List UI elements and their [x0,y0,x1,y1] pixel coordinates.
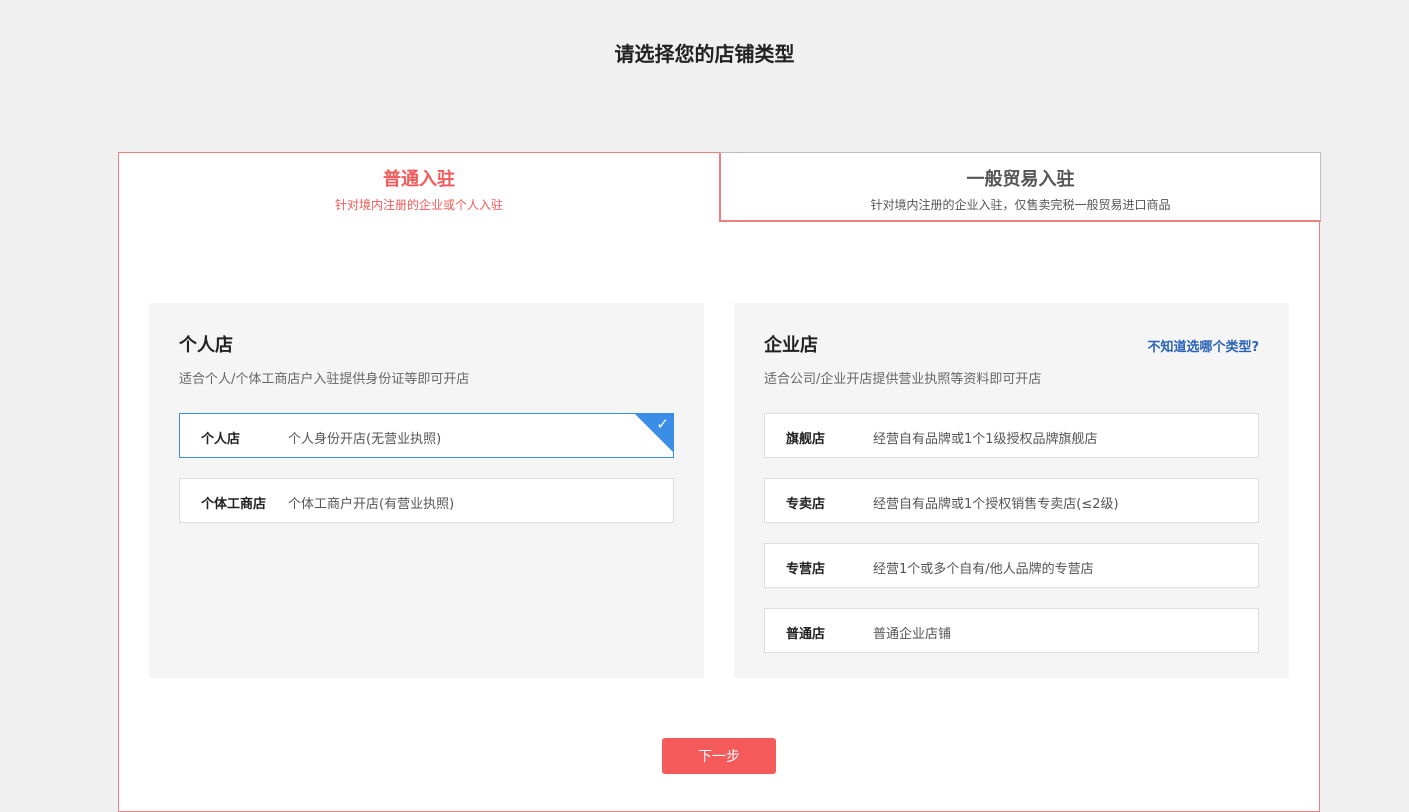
enterprise-store-heading: 企业店 [764,331,818,357]
option-exclusive-store[interactable]: 专卖店 经营自有品牌或1个授权销售专卖店(≤2级) [764,478,1259,523]
tab-normal-entry-title: 普通入驻 [119,165,719,191]
option-name: 个体工商店 [201,493,266,512]
option-name: 普通店 [786,623,825,642]
personal-store-heading: 个人店 [179,331,233,357]
help-link[interactable]: 不知道选哪个类型? [1147,336,1259,355]
enterprise-store-panel: 企业店 不知道选哪个类型? 适合公司/企业开店提供营业执照等资料即可开店 旗舰店… [734,303,1289,678]
store-type-card: 普通入驻 针对境内注册的企业或个人入驻 一般贸易入驻 针对境内注册的企业入驻，仅… [118,152,1320,812]
option-description: 经营自有品牌或1个授权销售专卖店(≤2级) [873,493,1119,512]
tab-normal-entry-subtitle: 针对境内注册的企业或个人入驻 [119,196,719,213]
option-description: 个人身份开店(无营业执照) [288,428,441,447]
tab-normal-entry[interactable]: 普通入驻 针对境内注册的企业或个人入驻 [118,152,720,222]
personal-store-panel: 个人店 适合个人/个体工商店户入驻提供身份证等即可开店 个人店 个人身份开店(无… [149,303,704,678]
option-name: 专营店 [786,558,825,577]
option-personal-store[interactable]: 个人店 个人身份开店(无营业执照) ✓ [179,413,674,458]
option-description: 经营1个或多个自有/他人品牌的专营店 [873,558,1094,577]
option-description: 经营自有品牌或1个1级授权品牌旗舰店 [873,428,1098,447]
option-specialty-store[interactable]: 专营店 经营1个或多个自有/他人品牌的专营店 [764,543,1259,588]
option-name: 个人店 [201,428,240,447]
option-flagship-store[interactable]: 旗舰店 经营自有品牌或1个1级授权品牌旗舰店 [764,413,1259,458]
option-name: 专卖店 [786,493,825,512]
page-title: 请选择您的店铺类型 [0,38,1409,67]
tab-general-trade-entry[interactable]: 一般贸易入驻 针对境内注册的企业入驻，仅售卖完税一般贸易进口商品 [719,152,1321,222]
option-normal-store[interactable]: 普通店 普通企业店铺 [764,608,1259,653]
tab-general-trade-subtitle: 针对境内注册的企业入驻，仅售卖完税一般贸易进口商品 [721,196,1320,213]
option-description: 个体工商户开店(有营业执照) [288,493,454,512]
next-step-button[interactable]: 下一步 [662,738,776,774]
personal-store-description: 适合个人/个体工商店户入驻提供身份证等即可开店 [179,368,469,387]
check-icon: ✓ [656,415,669,433]
tab-general-trade-title: 一般贸易入驻 [721,165,1320,191]
option-description: 普通企业店铺 [873,623,951,642]
option-individual-business[interactable]: 个体工商店 个体工商户开店(有营业执照) [179,478,674,523]
enterprise-store-description: 适合公司/企业开店提供营业执照等资料即可开店 [764,368,1041,387]
option-name: 旗舰店 [786,428,825,447]
